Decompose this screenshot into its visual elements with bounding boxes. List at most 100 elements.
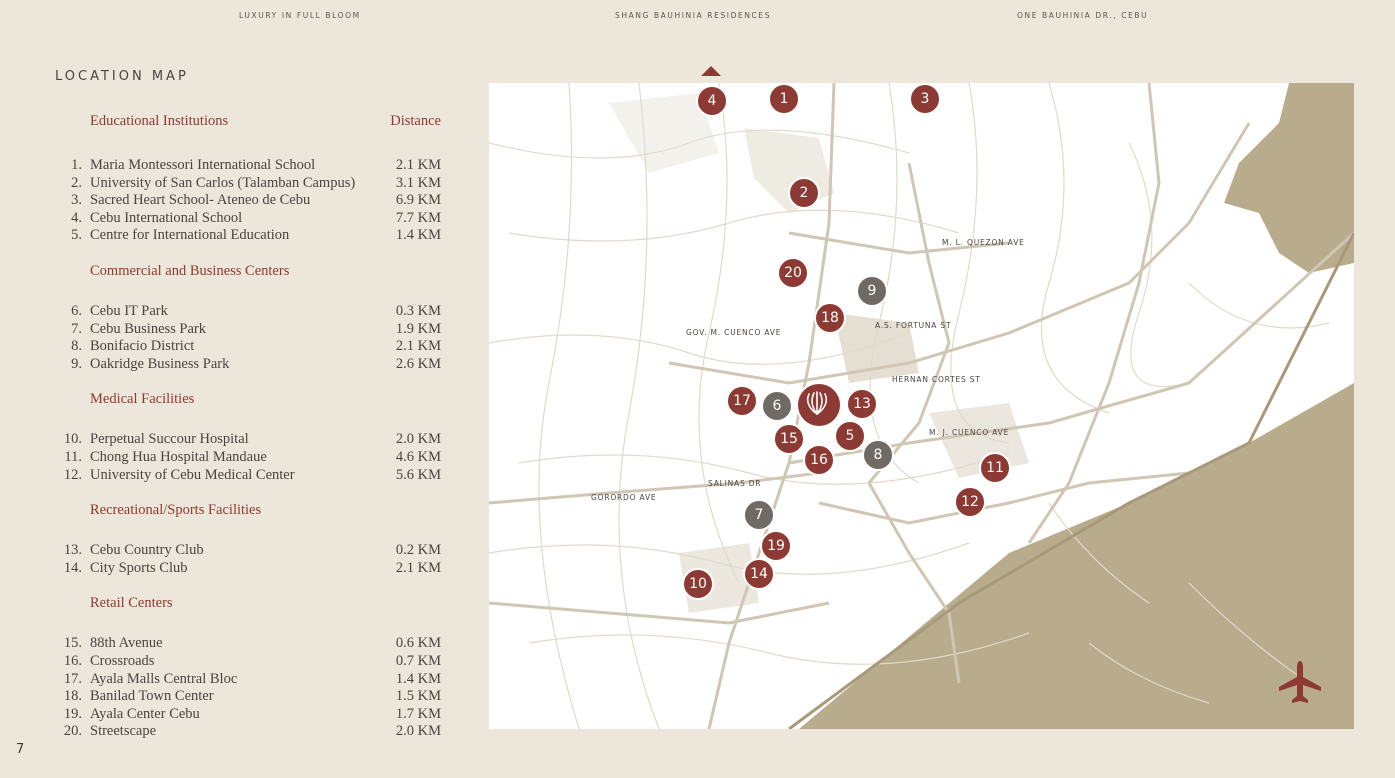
map-background [489, 83, 1354, 729]
item-number: 18. [63, 688, 82, 705]
list-item: 16. Crossroads 0.7 KM [55, 653, 441, 671]
map-marker-11[interactable]: 11 [979, 452, 1011, 484]
list-item: 2. University of San Carlos (Talamban Cam… [55, 175, 441, 193]
map-marker-12[interactable]: 12 [954, 486, 986, 518]
map-marker-5[interactable]: 5 [834, 420, 866, 452]
map-marker-13[interactable]: 13 [846, 388, 878, 420]
item-distance: 0.7 KM [395, 652, 441, 669]
item-name: Cebu Business Park [90, 320, 206, 337]
item-name: Streetscape [90, 723, 157, 740]
map-marker-4[interactable]: 4 [696, 85, 728, 117]
item-name: Ayala Malls Central Bloc [90, 670, 238, 687]
list-item: 14. City Sports Club 2.1 KM [55, 560, 441, 578]
map-marker-6[interactable]: 6 [761, 390, 793, 422]
map-marker-20[interactable]: 20 [777, 257, 809, 289]
list-item: 6. Cebu IT Park 0.3 KM [55, 303, 441, 321]
street-label: GOV. M. CUENCO AVE [686, 328, 782, 337]
street-label: A.S. FORTUNA ST [875, 321, 952, 330]
item-number: 8. [71, 338, 82, 355]
item-name: University of Cebu Medical Center [90, 466, 295, 483]
location-legend: Educational Institutions Distance 1. Mari… [55, 113, 441, 759]
item-number: 15. [63, 635, 82, 652]
category-list: 15. 88th Avenue 0.6 KM 16. Crossroads 0.7 KM… [55, 635, 441, 741]
header-project-name: SHANG BAUHINIA RESIDENCES [615, 11, 772, 20]
street-label: M. J. CUENCO AVE [929, 428, 1010, 437]
item-distance: 7.7 KM [395, 209, 441, 226]
location-map[interactable]: M. L. QUEZON AVE GOV. M. CUENCO AVE A.S.… [489, 83, 1354, 729]
list-item: 7. Cebu Business Park 1.9 KM [55, 321, 441, 339]
category-list: 1. Maria Montessori International School 2… [55, 157, 441, 245]
list-item: 1. Maria Montessori International School 2… [55, 157, 441, 175]
map-marker-2[interactable]: 2 [788, 177, 820, 209]
list-item: 3. Sacred Heart School- Ateneo de Cebu 6.9… [55, 192, 441, 210]
item-distance: 2.1 KM [395, 157, 441, 173]
street-label: HERNAN CORTES ST [892, 375, 981, 384]
map-marker-7[interactable]: 7 [743, 499, 775, 531]
category-title: Educational Institutions [90, 113, 229, 129]
item-name: Sacred Heart School- Ateneo de Cebu [90, 192, 311, 209]
list-item: 10. Perpetual Succour Hospital 2.0 KM [55, 431, 441, 449]
item-name: Cebu Country Club [90, 542, 204, 559]
item-name: Cebu International School [90, 209, 243, 226]
item-distance: 3.1 KM [395, 174, 441, 191]
item-distance: 4.6 KM [395, 448, 441, 465]
map-marker-3[interactable]: 3 [909, 83, 941, 115]
item-name: Ayala Center Cebu [90, 705, 200, 722]
item-number: 13. [63, 542, 82, 559]
map-marker-1[interactable]: 1 [768, 83, 800, 115]
item-name: University of San Carlos (Talamban Campu… [90, 174, 356, 191]
map-marker-16[interactable]: 16 [803, 444, 835, 476]
map-marker-9[interactable]: 9 [856, 275, 888, 307]
list-item: 4. Cebu International School 7.7 KM [55, 210, 441, 228]
category-list: 10. Perpetual Succour Hospital 2.0 KM 11. C… [55, 431, 441, 484]
item-name: Banilad Town Center [90, 688, 214, 705]
item-number: 2. [71, 174, 82, 191]
item-distance: 2.1 KM [395, 559, 441, 576]
page-title: LOCATION MAP [55, 69, 189, 84]
airplane-icon [1275, 657, 1325, 707]
category-list: 6. Cebu IT Park 0.3 KM 7. Cebu Business Par… [55, 303, 441, 373]
page-number: 7 [16, 742, 25, 757]
header-tagline: LUXURY IN FULL BLOOM [239, 11, 361, 20]
item-name: Cebu IT Park [90, 302, 168, 319]
map-marker-19[interactable]: 19 [760, 530, 792, 562]
item-distance: 1.4 KM [395, 227, 441, 244]
list-item: 13. Cebu Country Club 0.2 KM [55, 542, 441, 560]
item-name: 88th Avenue [90, 635, 163, 652]
item-number: 16. [63, 652, 82, 669]
item-number: 5. [71, 227, 82, 244]
item-distance: 5.6 KM [395, 466, 441, 483]
map-marker-10[interactable]: 10 [682, 568, 714, 600]
category-title: Retail Centers [90, 595, 173, 612]
list-item: 17. Ayala Malls Central Bloc 1.4 KM [55, 671, 441, 689]
shang-bauhinia-logo-icon [796, 382, 842, 428]
item-distance: 0.3 KM [395, 302, 441, 319]
item-number: 6. [71, 302, 82, 319]
category-heading: Educational Institutions Distance [90, 113, 441, 130]
item-number: 4. [71, 209, 82, 226]
list-item: 12. University of Cebu Medical Center 5.6 … [55, 467, 441, 485]
item-distance: 2.0 KM [395, 431, 441, 448]
item-number: 1. [71, 157, 82, 173]
item-name: Maria Montessori International School [90, 157, 316, 173]
item-distance: 1.7 KM [395, 705, 441, 722]
header-address: ONE BAUHINIA DR., CEBU [1017, 11, 1149, 20]
item-distance: 6.9 KM [395, 192, 441, 209]
distance-heading: Distance [390, 113, 441, 129]
map-marker-8[interactable]: 8 [862, 439, 894, 471]
category-title: Commercial and Business Centers [90, 262, 290, 279]
list-item: 15. 88th Avenue 0.6 KM [55, 635, 441, 653]
map-marker-18[interactable]: 18 [814, 302, 846, 334]
item-distance: 2.1 KM [395, 338, 441, 355]
item-number: 19. [63, 705, 82, 722]
street-label: GORORDO AVE [591, 493, 657, 502]
map-marker-17[interactable]: 17 [726, 385, 758, 417]
map-marker-15[interactable]: 15 [773, 423, 805, 455]
item-number: 20. [63, 723, 82, 740]
item-number: 14. [63, 559, 82, 576]
item-distance: 1.9 KM [395, 320, 441, 337]
category-title: Medical Facilities [90, 391, 195, 408]
map-marker-14[interactable]: 14 [743, 558, 775, 590]
item-number: 7. [71, 320, 82, 337]
item-name: Oakridge Business Park [90, 355, 230, 372]
